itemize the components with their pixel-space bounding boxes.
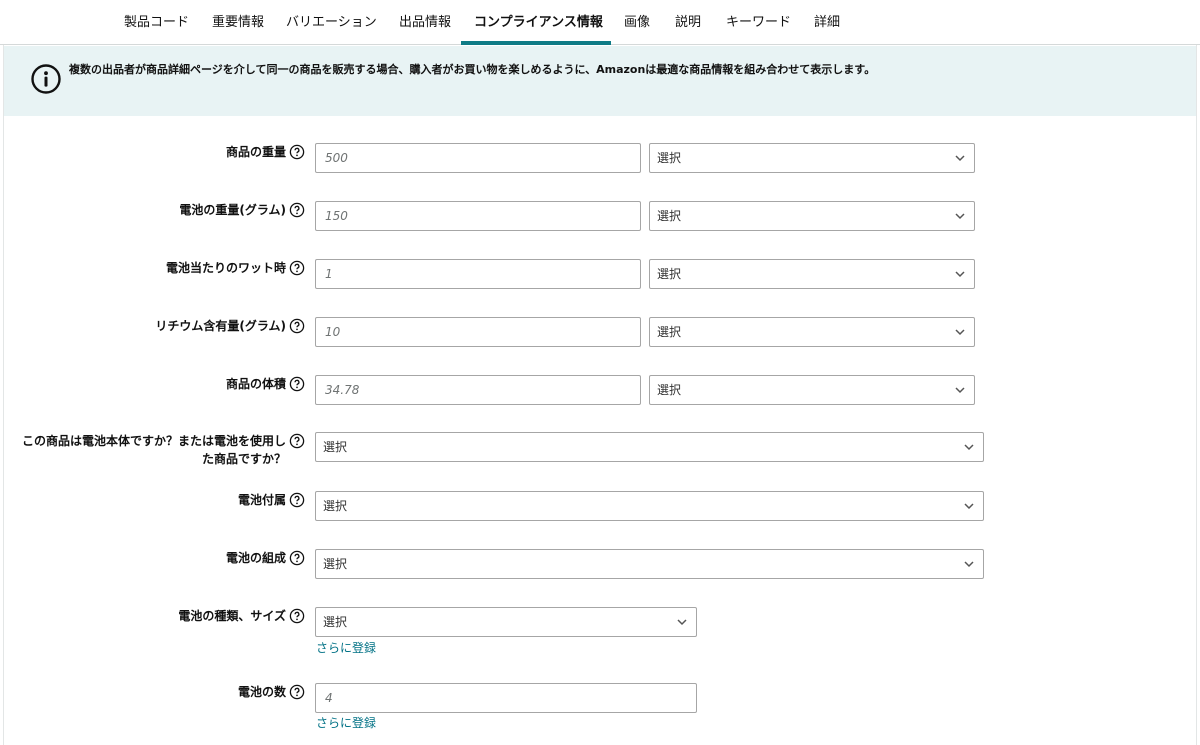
chevron-down-icon	[964, 561, 974, 568]
tab-more-details[interactable]: 詳細	[814, 11, 840, 30]
battery-count-label: 電池の数	[237, 685, 286, 699]
is-battery-label-line2: た商品ですか？	[201, 452, 286, 466]
help-icon[interactable]	[289, 608, 305, 624]
select-value: 選択	[657, 209, 682, 223]
lithium-content-unit-select[interactable]: 選択	[649, 317, 975, 347]
chevron-down-icon	[955, 387, 965, 394]
help-icon[interactable]	[289, 144, 305, 160]
item-volume-input[interactable]: 34.78	[315, 375, 641, 405]
info-icon	[31, 64, 61, 94]
chevron-down-icon	[955, 271, 965, 278]
help-icon[interactable]	[289, 684, 305, 700]
select-value: 選択	[323, 499, 348, 513]
select-value: 選択	[657, 151, 682, 165]
is-battery-label: この商品は電池本体ですか？または電池を使用し た商品ですか？	[22, 432, 286, 468]
help-icon[interactable]	[289, 376, 305, 392]
watt-hours-label: 電池当たりのワット時	[165, 261, 286, 275]
item-volume-label: 商品の体積	[225, 377, 286, 391]
battery-count-input[interactable]: 4	[315, 683, 697, 713]
is-battery-select[interactable]: 選択	[315, 432, 984, 462]
info-banner	[4, 46, 1196, 116]
battery-included-label: 電池付属	[237, 493, 286, 507]
chevron-down-icon	[964, 444, 974, 451]
chevron-down-icon	[955, 155, 965, 162]
help-icon[interactable]	[289, 550, 305, 566]
lithium-content-label: リチウム含有量(グラム)	[155, 319, 286, 333]
select-value: 選択	[657, 267, 682, 281]
is-battery-label-line1: この商品は電池本体ですか？または電池を使用し	[21, 434, 286, 448]
battery-type-select[interactable]: 選択	[315, 607, 697, 637]
chevron-down-icon	[677, 619, 687, 626]
select-value: 選択	[323, 615, 348, 629]
help-icon[interactable]	[289, 260, 305, 276]
watt-hours-input[interactable]: 1	[315, 259, 641, 289]
help-icon[interactable]	[289, 492, 305, 508]
add-more-link[interactable]: さらに登録	[316, 714, 376, 731]
tab-images[interactable]: 画像	[624, 11, 650, 30]
tab-variations[interactable]: バリエーション	[286, 11, 377, 30]
select-value: 選択	[323, 440, 348, 454]
tab-product-code[interactable]: 製品コード	[124, 11, 189, 30]
select-value: 選択	[657, 383, 682, 397]
tab-description[interactable]: 説明	[675, 11, 701, 30]
battery-composition-select[interactable]: 選択	[315, 549, 984, 579]
item-weight-label: 商品の重量	[225, 145, 286, 159]
battery-included-select[interactable]: 選択	[315, 491, 984, 521]
chevron-down-icon	[955, 213, 965, 220]
tab-compliance[interactable]: コンプライアンス情報	[474, 11, 603, 30]
battery-type-label: 電池の種類、サイズ	[178, 609, 286, 623]
lithium-content-input[interactable]: 10	[315, 317, 641, 347]
item-weight-unit-select[interactable]: 選択	[649, 143, 975, 173]
chevron-down-icon	[964, 503, 974, 510]
battery-weight-label: 電池の重量(グラム)	[179, 203, 286, 217]
tab-keywords[interactable]: キーワード	[726, 11, 791, 30]
add-more-link[interactable]: さらに登録	[316, 639, 376, 656]
help-icon[interactable]	[289, 202, 305, 218]
select-value: 選択	[657, 325, 682, 339]
watt-hours-unit-select[interactable]: 選択	[649, 259, 975, 289]
help-icon[interactable]	[289, 318, 305, 334]
chevron-down-icon	[955, 329, 965, 336]
battery-weight-input[interactable]: 150	[315, 201, 641, 231]
help-icon[interactable]	[289, 433, 305, 449]
battery-composition-label: 電池の組成	[225, 551, 286, 565]
tab-bar: 製品コード 重要情報 バリエーション 出品情報 コンプライアンス情報 画像 説明…	[0, 0, 1200, 45]
info-banner-text: 複数の出品者が商品詳細ページを介して同一の商品を販売する場合、購入者がお買い物を…	[69, 63, 876, 76]
tab-vital-info[interactable]: 重要情報	[212, 11, 264, 30]
battery-weight-unit-select[interactable]: 選択	[649, 201, 975, 231]
item-weight-input[interactable]: 500	[315, 143, 641, 173]
select-value: 選択	[323, 557, 348, 571]
tab-offer[interactable]: 出品情報	[399, 11, 451, 30]
item-volume-unit-select[interactable]: 選択	[649, 375, 975, 405]
